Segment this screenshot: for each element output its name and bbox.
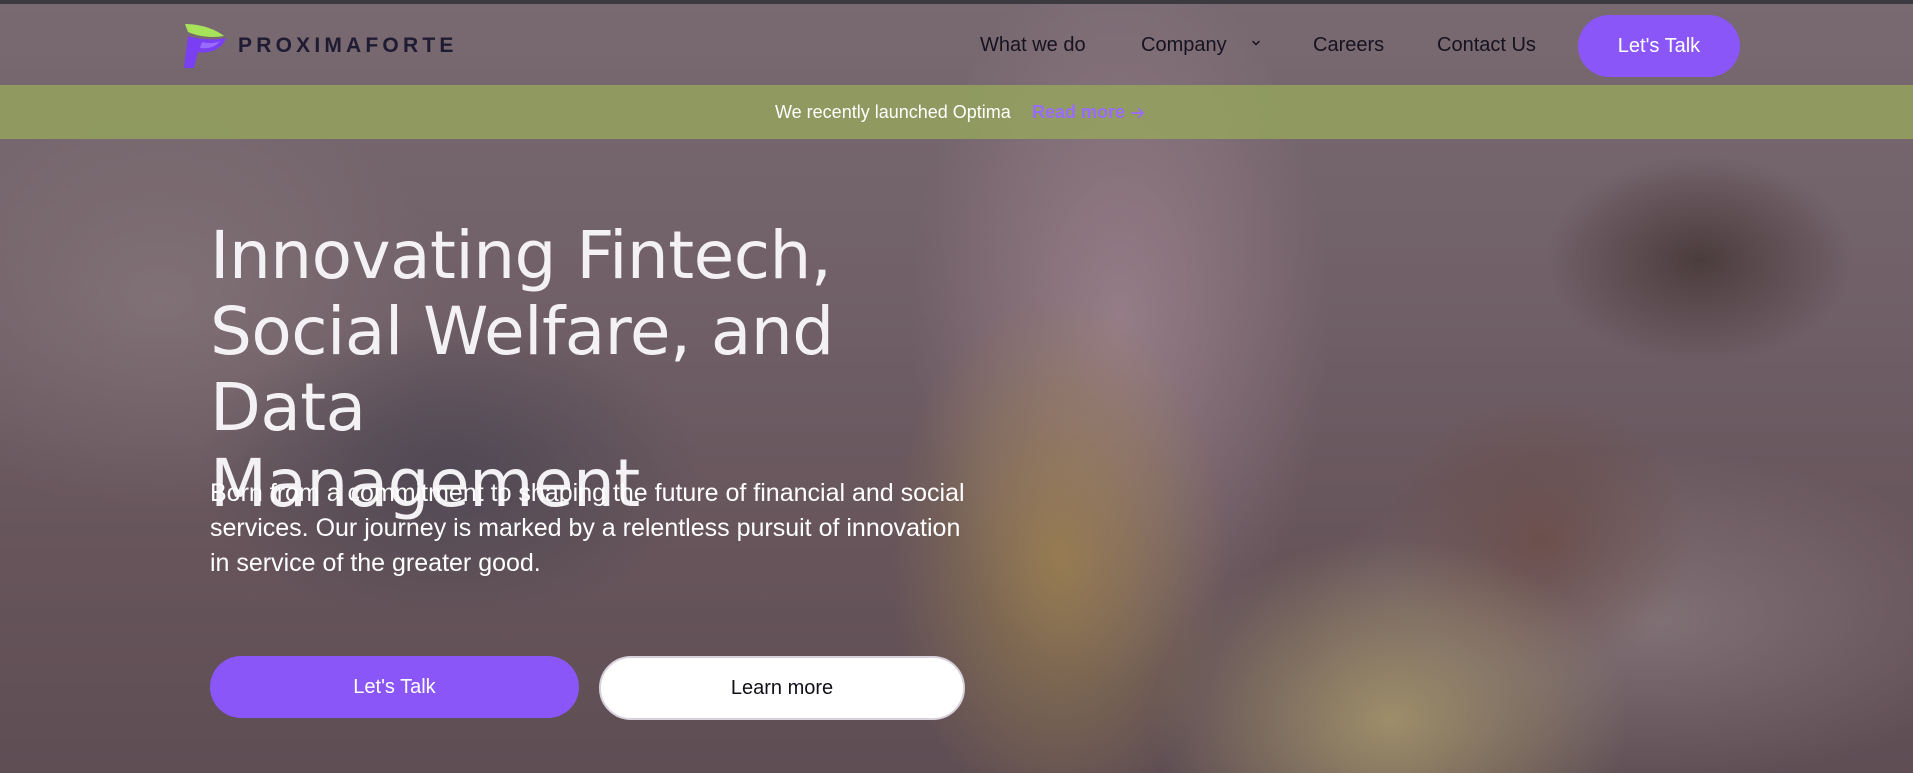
nav-item-contact-us[interactable]: Contact Us — [1437, 34, 1536, 57]
nav-item-careers[interactable]: Careers — [1313, 34, 1384, 57]
announcement-bar: We recently launched Optima Read more — [0, 85, 1913, 139]
main-nav: What we do Company Careers Contact Us Le… — [0, 4, 1913, 85]
page: PROXIMAFORTE What we do Company Careers … — [0, 0, 1913, 773]
hero-title-line: Innovating Fintech, — [210, 217, 832, 294]
chevron-down-icon[interactable] — [1250, 37, 1262, 49]
top-border — [0, 0, 1913, 4]
lets-talk-button[interactable]: Let's Talk — [210, 656, 579, 718]
nav-item-company[interactable]: Company — [1141, 34, 1227, 57]
site-header: PROXIMAFORTE What we do Company Careers … — [0, 4, 1913, 85]
arrow-right-icon — [1131, 107, 1144, 118]
hero-title-line: Social Welfare, and Data — [210, 293, 834, 446]
hero-description: Born from a commitment to shaping the fu… — [210, 479, 965, 577]
announcement-text: We recently launched Optima — [775, 102, 1011, 122]
lets-talk-header-button[interactable]: Let's Talk — [1578, 15, 1740, 77]
nav-item-what-we-do[interactable]: What we do — [980, 34, 1086, 57]
read-more-link[interactable]: Read more — [1032, 102, 1146, 123]
learn-more-button[interactable]: Learn more — [599, 656, 965, 720]
read-more-label: Read more — [1032, 102, 1126, 122]
